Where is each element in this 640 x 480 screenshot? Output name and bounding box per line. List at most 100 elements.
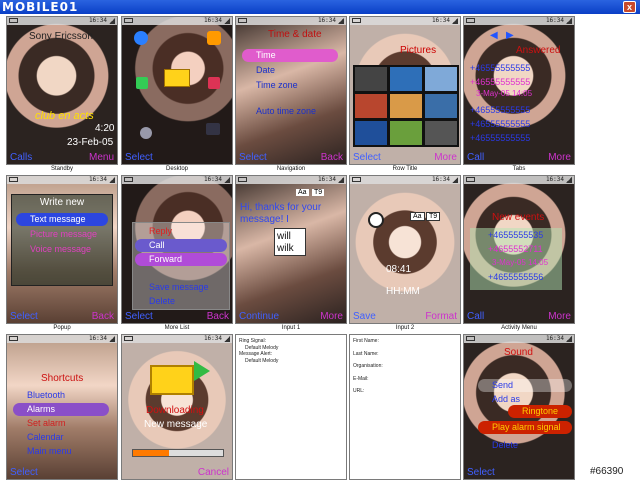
tabs-entry[interactable]: +46555555555 — [470, 77, 530, 87]
screen-tabs[interactable]: 16:34 ◀ ▶ Answered +46555555555 +4655555… — [463, 16, 575, 165]
softkey-right[interactable]: Back — [92, 311, 114, 322]
softkey-left[interactable]: Call — [467, 311, 484, 322]
sound-item-send[interactable]: Send — [478, 379, 572, 392]
softkey-right[interactable]: More — [548, 152, 571, 163]
standby-date: 23-Feb-05 — [67, 137, 114, 148]
sound-item-play-alarm[interactable]: Play alarm signal — [478, 421, 572, 434]
shortcut-item-alarms[interactable]: Alarms — [13, 403, 109, 416]
screen-navigation[interactable]: 16:34 Time & date Time Date Time zone Au… — [235, 16, 347, 165]
activity-entry[interactable]: +4655555535 — [488, 230, 543, 240]
thumbnail[interactable] — [425, 121, 457, 145]
nav-item-date[interactable]: Date — [242, 64, 312, 77]
signal-icon — [452, 18, 458, 24]
screen-input1[interactable]: 16:34 Aa T9 Hi, thanks for your message!… — [235, 175, 347, 324]
softkey-left[interactable]: Calls — [10, 152, 32, 163]
contacts-icon[interactable] — [208, 77, 220, 89]
activity-entry[interactable]: +4655555556 — [488, 272, 543, 282]
sound-item-delete[interactable]: Delete — [478, 439, 572, 452]
softkey-right[interactable]: Menu — [89, 152, 114, 163]
softkey-left[interactable]: Select — [10, 467, 38, 478]
thumbnail[interactable] — [355, 121, 387, 145]
tabs-entry[interactable]: +46555555555 — [470, 63, 530, 73]
status-clock: 16:34 — [545, 176, 564, 183]
shortcut-item-main-menu[interactable]: Main menu — [13, 445, 109, 458]
shortcut-item-calendar[interactable]: Calendar — [13, 431, 109, 444]
screen-activity-menu[interactable]: 16:34 New events +4655555535 +4655552711… — [463, 175, 575, 324]
thumbnail[interactable] — [355, 94, 387, 118]
more-item-delete[interactable]: Delete — [135, 295, 227, 308]
screen-standby[interactable]: 16:34 Sony Ericsson club en acts 4:20 23… — [6, 16, 118, 165]
screen-desktop[interactable]: 16:34 Select — [121, 16, 233, 165]
message-text[interactable]: Hi, thanks for your message! I — [240, 202, 336, 226]
screen-more-list[interactable]: 16:34 Reply Call Forward Save message De… — [121, 175, 233, 324]
sound-item-add-as[interactable]: Add as — [478, 393, 538, 406]
softkey-right[interactable]: Back — [207, 311, 229, 322]
tabs-entry[interactable]: +46555555555 — [470, 133, 530, 143]
sound-item-ringtone[interactable]: Ringtone — [508, 405, 572, 418]
thumbnail[interactable] — [425, 94, 457, 118]
softkey-left[interactable]: Call — [467, 152, 484, 163]
more-item-forward[interactable]: Forward — [135, 253, 227, 266]
softkey-right[interactable]: More — [434, 152, 457, 163]
softkey-right[interactable]: More — [548, 311, 571, 322]
popup-item-picture-message[interactable]: Picture message — [16, 228, 108, 241]
tab-prev-icon[interactable]: ◀ — [490, 30, 498, 41]
softkey-left[interactable]: Select — [353, 152, 381, 163]
popup-item-voice-message[interactable]: Voice message — [16, 243, 108, 256]
settings-icon[interactable] — [140, 127, 152, 139]
more-item-call[interactable]: Call — [135, 239, 227, 252]
nav-item-auto-time-zone[interactable]: Auto time zone — [242, 105, 342, 118]
thumbnail[interactable] — [390, 94, 422, 118]
softkey-right[interactable]: Cancel — [198, 467, 229, 478]
softkey-left[interactable]: Continue — [239, 311, 279, 322]
camera-icon[interactable] — [206, 123, 220, 135]
screen-popup[interactable]: 16:34 Write new Text message Picture mes… — [6, 175, 118, 324]
softkey-left[interactable]: Select — [239, 152, 267, 163]
softkey-left[interactable]: Select — [10, 311, 38, 322]
internet-icon[interactable] — [134, 31, 148, 45]
activity-list: +4655555535 +4655552711 3-May-05 14:05 +… — [470, 228, 562, 290]
tabs-entry[interactable]: +46555555555 — [470, 119, 530, 129]
nav-item-time[interactable]: Time — [242, 49, 338, 62]
games-icon[interactable] — [207, 31, 221, 45]
status-clock: 16:34 — [203, 17, 222, 24]
suggestion-top[interactable]: will — [277, 231, 291, 242]
status-clock: 16:34 — [203, 176, 222, 183]
activity-entry[interactable]: +4655552711 — [488, 244, 543, 254]
thumbnail[interactable] — [390, 121, 422, 145]
media-icon[interactable] — [136, 77, 148, 89]
screen-row-title[interactable]: 16:34 Pictures Select More — [349, 16, 461, 165]
status-bar: 16:34 — [350, 17, 460, 25]
softkey-left[interactable]: Select — [467, 467, 495, 478]
status-clock: 16:34 — [203, 335, 222, 342]
thumbnail[interactable] — [390, 67, 422, 91]
time-input[interactable]: 08:41 — [386, 264, 411, 275]
softkey-right[interactable]: Format — [425, 311, 457, 322]
softkey-left[interactable]: Save — [353, 311, 376, 322]
thumbnail[interactable] — [425, 67, 457, 91]
thumbnail-grid — [353, 65, 459, 147]
softkey-left[interactable]: Select — [125, 311, 153, 322]
softkey-right[interactable]: Back — [321, 152, 343, 163]
popup-item-text-message[interactable]: Text message — [16, 213, 108, 226]
suggestion-box[interactable]: will wilk — [274, 228, 306, 256]
tabs-entry[interactable]: +46555555555 — [470, 105, 530, 115]
signal-icon — [224, 177, 230, 183]
close-button[interactable]: x — [623, 1, 636, 13]
shortcut-item-set-alarm[interactable]: Set alarm — [13, 417, 109, 430]
shortcut-item-bluetooth[interactable]: Bluetooth — [13, 389, 109, 402]
status-clock: 16:34 — [88, 17, 107, 24]
tab-next-icon[interactable]: ▶ — [506, 30, 514, 41]
screen-shortcuts[interactable]: 16:34 Shortcuts Bluetooth Alarms Set ala… — [6, 334, 118, 480]
more-item-save-message[interactable]: Save message — [135, 281, 227, 294]
softkey-left[interactable]: Select — [125, 152, 153, 163]
screen-message-download[interactable]: 16:34 Downloading New message Cancel — [121, 334, 233, 480]
screen-input2[interactable]: 16:34 Aa T9 08:41 HH:MM Save Format — [349, 175, 461, 324]
screen-sound-menu[interactable]: 16:34 Sound Send Ringtone Add as Play al… — [463, 334, 575, 480]
suggestion-bottom[interactable]: wilk — [277, 243, 294, 254]
thumbnail[interactable] — [355, 67, 387, 91]
nav-item-time-zone[interactable]: Time zone — [242, 79, 312, 92]
more-item-reply[interactable]: Reply — [135, 225, 227, 238]
messaging-icon[interactable] — [164, 69, 190, 87]
softkey-right[interactable]: More — [320, 311, 343, 322]
